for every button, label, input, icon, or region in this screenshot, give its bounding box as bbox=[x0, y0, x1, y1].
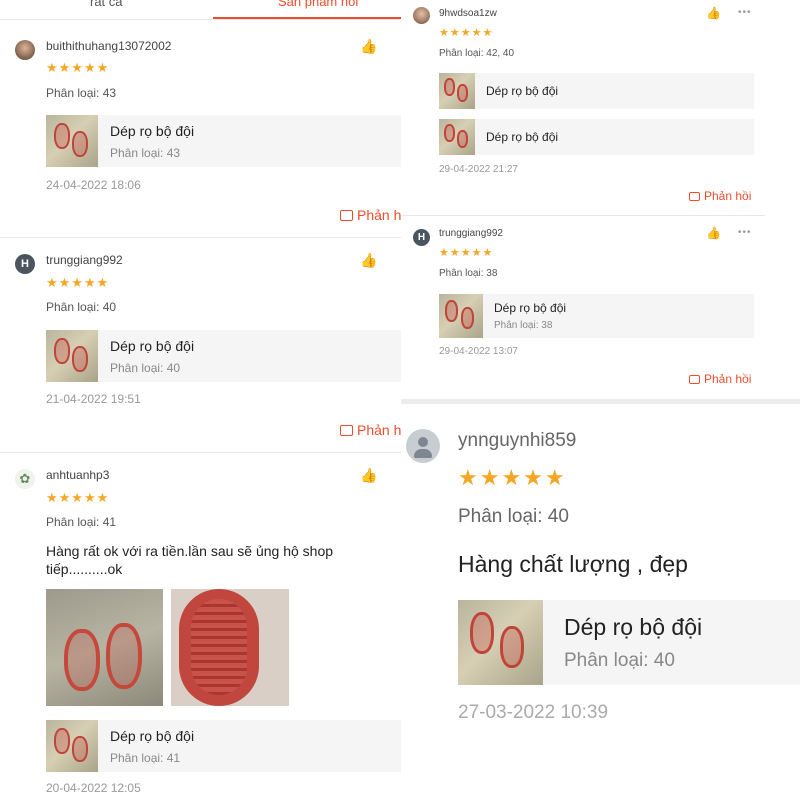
product-name: Dép rọ bộ đội bbox=[486, 130, 559, 144]
product-name: Dép rọ bộ đội bbox=[110, 123, 195, 139]
reply-button[interactable]: Phản hồi bbox=[689, 189, 751, 203]
product-thumbnail bbox=[439, 119, 475, 155]
reply-button[interactable]: Phản h bbox=[340, 422, 401, 438]
product-thumbnail bbox=[458, 600, 543, 685]
reply-button[interactable]: Phản h bbox=[340, 207, 401, 223]
user-avatar[interactable]: H bbox=[15, 254, 35, 274]
product-card[interactable]: Dép rọ bộ đội Phân loại: 40 bbox=[458, 600, 800, 685]
rating-stars: ★★★★★ bbox=[46, 60, 110, 75]
product-name: Dép rọ bộ đội bbox=[110, 728, 195, 744]
more-options-icon[interactable]: ••• bbox=[738, 7, 752, 18]
reply-icon bbox=[689, 191, 700, 201]
reply-label: Phản hồi bbox=[704, 189, 752, 203]
username[interactable]: ynnguynhi859 bbox=[458, 430, 576, 452]
tab-active-indicator bbox=[213, 17, 401, 19]
rating-stars: ★★★★★ bbox=[439, 27, 494, 39]
product-thumbnail bbox=[46, 720, 98, 772]
product-card[interactable]: Dép rọ bộ đội Phân loại: 40 bbox=[46, 330, 401, 382]
username[interactable]: trunggiang992 bbox=[439, 228, 503, 239]
product-card[interactable]: Dép rọ bộ đội Phân loại: 38 bbox=[439, 294, 754, 338]
review-item: H trunggiang992 👍 ••• ★★★★★ Phân loại: 3… bbox=[401, 216, 765, 400]
tab-all[interactable]: rất cả bbox=[90, 0, 123, 9]
review-photo[interactable] bbox=[171, 589, 289, 706]
review-date: 20-04-2022 12:05 bbox=[46, 781, 141, 795]
left-review-panel: rất cả Sản phẩm hỏi buithithuhang1307200… bbox=[0, 0, 401, 800]
reply-icon bbox=[689, 374, 700, 384]
user-avatar[interactable] bbox=[15, 40, 35, 60]
default-avatar-icon[interactable] bbox=[406, 429, 440, 463]
bottom-right-review-panel: ynnguynhi859 ★★★★★ Phân loại: 40 Hàng ch… bbox=[401, 404, 800, 800]
like-icon[interactable]: 👍 bbox=[360, 467, 377, 484]
rating-stars: ★★★★★ bbox=[46, 490, 110, 505]
product-card[interactable]: Dép rọ bộ đội bbox=[439, 73, 754, 109]
more-options-icon[interactable]: ••• bbox=[738, 227, 752, 238]
like-icon[interactable]: 👍 bbox=[706, 6, 721, 20]
product-variation: Phân loại: 43 bbox=[110, 146, 181, 160]
review-date: 27-03-2022 10:39 bbox=[458, 702, 609, 723]
product-thumbnail bbox=[46, 330, 98, 382]
product-name: Dép rọ bộ đội bbox=[564, 614, 703, 640]
review-date: 24-04-2022 18:06 bbox=[46, 178, 141, 192]
review-item: buithithuhang13072002 👍 ★★★★★ Phân loại:… bbox=[0, 20, 401, 238]
like-icon[interactable]: 👍 bbox=[360, 252, 377, 269]
product-variation: Phân loại: 40 bbox=[110, 361, 181, 375]
review-date: 29-04-2022 21:27 bbox=[439, 164, 518, 175]
review-item: H trunggiang992 👍 ★★★★★ Phân loại: 40 Dé… bbox=[0, 238, 401, 453]
variation-text: Phân loại: 41 bbox=[46, 515, 117, 529]
top-right-review-panel: 9hwdsoa1zw 👍 ••• ★★★★★ Phân loại: 42, 40… bbox=[401, 0, 765, 400]
review-tabs: rất cả Sản phẩm hỏi bbox=[0, 0, 401, 20]
product-thumbnail bbox=[46, 115, 98, 167]
username[interactable]: buithithuhang13072002 bbox=[46, 39, 171, 53]
user-avatar[interactable]: ✿ bbox=[15, 469, 35, 489]
username[interactable]: anhtuanhp3 bbox=[46, 468, 109, 482]
user-avatar[interactable] bbox=[413, 7, 430, 24]
product-variation: Phân loại: 40 bbox=[564, 650, 675, 671]
reply-button[interactable]: Phản hồi bbox=[689, 372, 751, 386]
product-name: Dép rọ bộ đội bbox=[486, 84, 559, 98]
variation-text: Phân loại: 43 bbox=[46, 86, 117, 100]
rating-stars: ★★★★★ bbox=[439, 247, 494, 259]
review-comment: Hàng rất ok với ra tiền.lần sau sẽ ủng h… bbox=[46, 543, 334, 577]
product-card[interactable]: Dép rọ bộ đội Phân loại: 41 bbox=[46, 720, 401, 772]
reply-label: Phản h bbox=[357, 207, 401, 223]
variation-text: Phân loại: 40 bbox=[458, 506, 569, 527]
product-variation: Phân loại: 41 bbox=[110, 751, 181, 765]
product-card[interactable]: Dép rọ bộ đội Phân loại: 43 bbox=[46, 115, 401, 167]
reply-label: Phản h bbox=[357, 422, 401, 438]
rating-stars: ★★★★★ bbox=[46, 275, 110, 290]
product-card[interactable]: Dép rọ bộ đội bbox=[439, 119, 754, 155]
reply-label: Phản hồi bbox=[704, 372, 752, 386]
username[interactable]: 9hwdsoa1zw bbox=[439, 8, 497, 19]
rating-stars: ★★★★★ bbox=[458, 465, 567, 490]
review-date: 21-04-2022 19:51 bbox=[46, 392, 141, 406]
product-name: Dép rọ bộ đội bbox=[494, 301, 567, 315]
username[interactable]: trunggiang992 bbox=[46, 253, 123, 267]
user-avatar[interactable]: H bbox=[413, 229, 430, 246]
tab-shop-reply[interactable]: Sản phẩm hỏi bbox=[278, 0, 358, 9]
product-thumbnail bbox=[439, 73, 475, 109]
review-item: 9hwdsoa1zw 👍 ••• ★★★★★ Phân loại: 42, 40… bbox=[401, 0, 765, 215]
variation-text: Phân loại: 38 bbox=[439, 268, 498, 279]
review-date: 29-04-2022 13:07 bbox=[439, 346, 518, 357]
product-name: Dép rọ bộ đội bbox=[110, 338, 195, 354]
review-photo[interactable] bbox=[46, 589, 163, 706]
review-comment: Hàng chất lượng , đẹp bbox=[458, 551, 688, 577]
reply-icon bbox=[340, 209, 353, 221]
product-variation: Phân loại: 38 bbox=[494, 320, 553, 331]
review-item: ✿ anhtuanhp3 👍 ★★★★★ Phân loại: 41 Hàng … bbox=[0, 453, 401, 800]
like-icon[interactable]: 👍 bbox=[360, 38, 377, 55]
reply-icon bbox=[340, 424, 353, 436]
product-thumbnail bbox=[439, 294, 483, 338]
variation-text: Phân loại: 42, 40 bbox=[439, 48, 515, 59]
variation-text: Phân loại: 40 bbox=[46, 300, 117, 314]
like-icon[interactable]: 👍 bbox=[706, 226, 721, 240]
